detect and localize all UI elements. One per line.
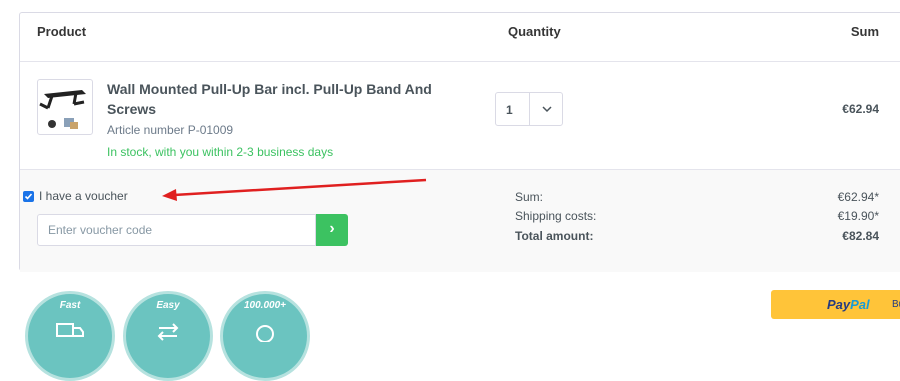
quantity-value: 1	[506, 103, 513, 117]
truck-icon	[56, 323, 84, 337]
badge-fast: Fast	[25, 291, 115, 381]
chevron-down-icon	[542, 106, 552, 113]
stock-status: In stock, with you within 2-3 business d…	[107, 145, 334, 159]
line-item-sum: €62.94	[842, 102, 879, 116]
sum-label: Sum:	[515, 190, 544, 204]
product-thumbnail[interactable]	[37, 79, 93, 135]
header-product: Product	[37, 24, 87, 39]
header-sum: Sum	[850, 24, 879, 39]
badge-customers-label: 100.000+	[244, 300, 286, 311]
quantity-separator	[529, 93, 530, 125]
paypal-button[interactable]: PayPal Buy	[771, 290, 900, 319]
shipping-value: €19.90*	[837, 209, 879, 223]
article-number: Article number P-01009	[107, 123, 234, 137]
annotation-arrow	[162, 178, 427, 201]
badge-fast-label: Fast	[59, 300, 81, 311]
voucher-checkbox[interactable]	[23, 191, 34, 202]
badge-customers: 100.000+	[220, 291, 310, 381]
pull-up-bar-image-icon	[39, 90, 86, 129]
customers-icon	[256, 325, 274, 342]
total-value: €82.84	[842, 229, 879, 243]
product-name[interactable]: Wall Mounted Pull-Up Bar incl. Pull-Up B…	[107, 79, 447, 119]
paypal-logo-part2: Pal	[850, 297, 870, 312]
paypal-buy-label: Buy	[892, 299, 900, 310]
badge-easy: Easy	[123, 291, 213, 381]
voucher-checkbox-label[interactable]: I have a voucher	[39, 189, 128, 203]
sum-value: €62.94*	[837, 190, 879, 204]
badge-easy-label: Easy	[156, 300, 180, 311]
header-quantity: Quantity	[508, 24, 561, 39]
voucher-code-input[interactable]	[37, 214, 316, 246]
checkmark-icon	[24, 193, 33, 200]
paypal-logo-part1: Pay	[827, 297, 851, 312]
total-label: Total amount:	[515, 229, 594, 243]
paypal-logo: PayPal	[827, 297, 870, 312]
return-arrows-icon	[157, 323, 179, 341]
shipping-label: Shipping costs:	[515, 209, 597, 223]
voucher-submit-button[interactable]: ›	[316, 214, 348, 246]
quantity-select[interactable]: 1	[495, 92, 563, 126]
header-divider	[20, 61, 900, 62]
